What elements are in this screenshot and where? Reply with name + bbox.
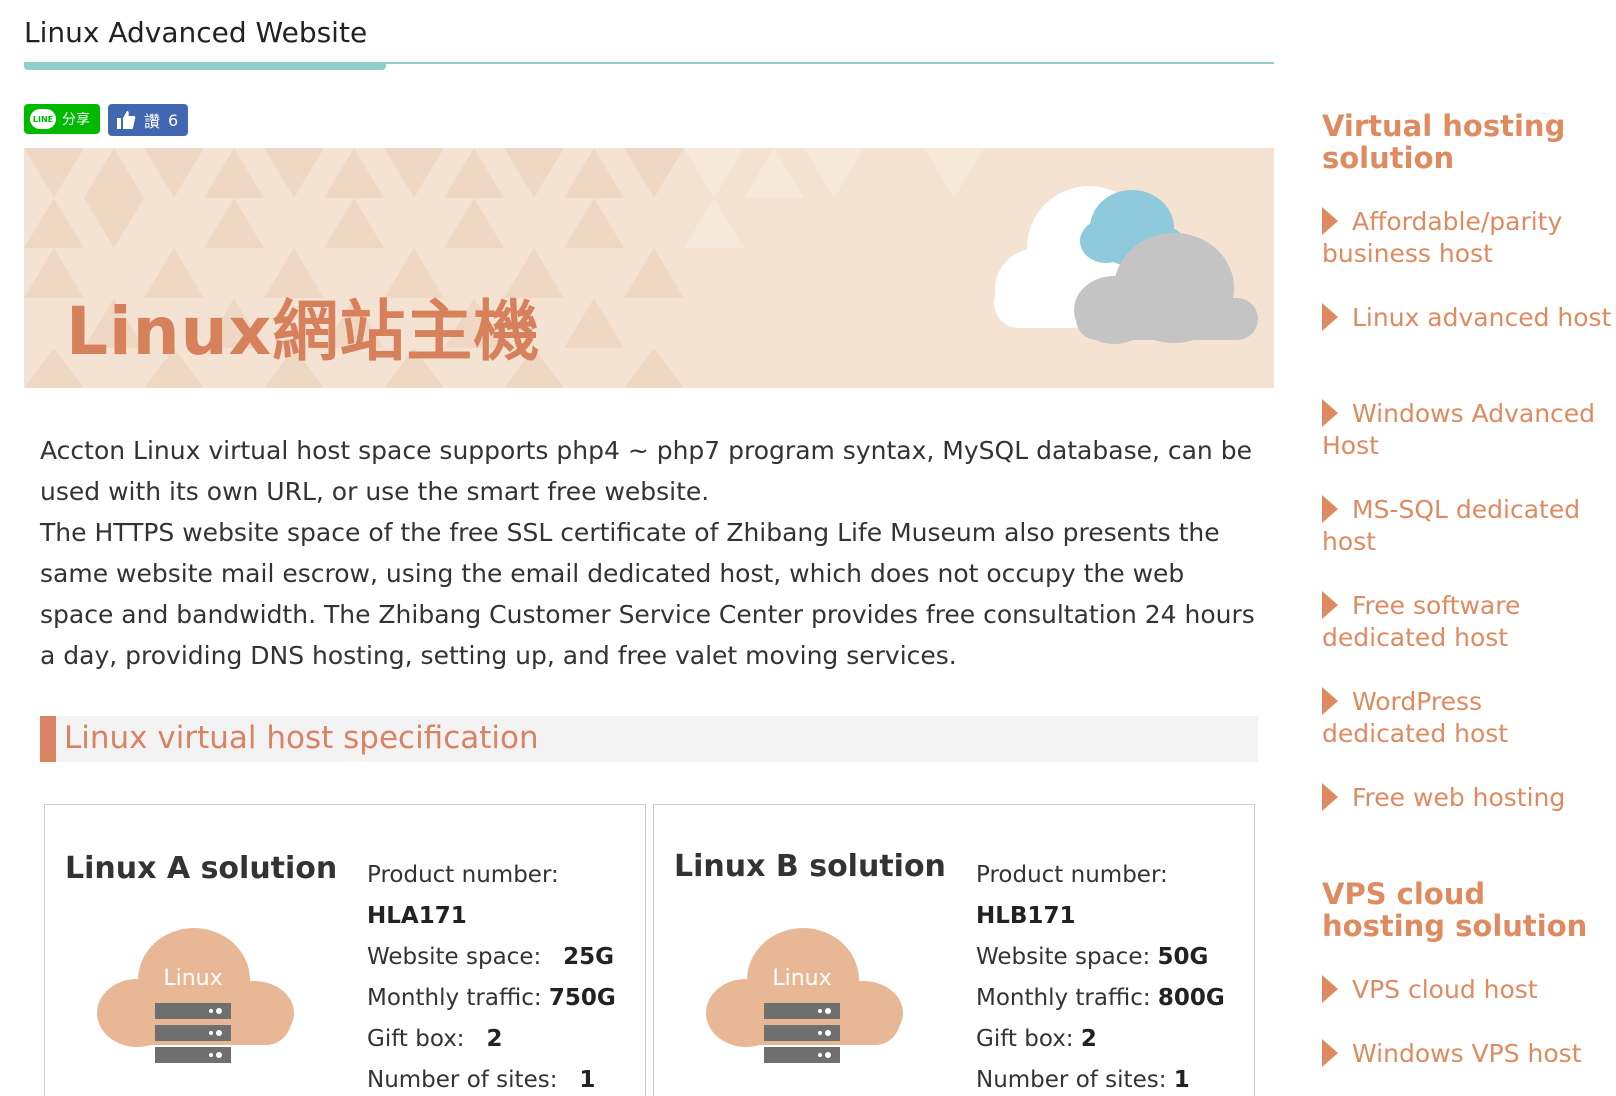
sidebar-link-windows-vps-host[interactable]: Windows VPS host xyxy=(1322,1038,1612,1070)
sidebar-link-free-web-hosting[interactable]: Free web hosting xyxy=(1322,782,1612,814)
plan-card: Linux B solution Linux Product number: H… xyxy=(653,804,1255,1096)
sidebar-link-mssql-host[interactable]: MS-SQL dedicated host xyxy=(1322,494,1612,558)
triangle-right-icon xyxy=(1322,975,1338,1003)
spec-label: Monthly traffic: xyxy=(976,985,1151,1011)
plan-specs: Product number: HLB171 Website space: 50… xyxy=(976,855,1225,1096)
product-number: HLA171 xyxy=(367,903,467,929)
gift-box-value: 2 xyxy=(1080,1026,1097,1052)
intro-paragraph-1: Accton Linux virtual host space supports… xyxy=(40,436,1252,506)
triangle-right-icon xyxy=(1322,591,1338,619)
sidebar-link-label: Windows VPS host xyxy=(1352,1039,1582,1068)
section-title: Linux virtual host specification xyxy=(64,720,539,756)
like-count: 6 xyxy=(168,110,179,130)
sidebar-link-linux-advanced-host[interactable]: Linux advanced host xyxy=(1322,302,1612,334)
spec-label: Monthly traffic: xyxy=(367,985,542,1011)
spec-label: Gift box: xyxy=(367,1026,465,1052)
triangle-right-icon xyxy=(1322,783,1338,811)
sidebar-link-label: MS-SQL dedicated host xyxy=(1322,495,1581,556)
like-label: 讚 xyxy=(144,112,161,131)
number-of-sites-value: 1 xyxy=(1173,1067,1190,1093)
sidebar-link-label: Free web hosting xyxy=(1352,783,1566,812)
line-logo-icon: LINE xyxy=(30,109,56,129)
facebook-like-button[interactable]: 讚 6 xyxy=(108,104,188,136)
triangle-right-icon xyxy=(1322,495,1338,523)
linux-server-cloud-icon: Linux xyxy=(706,928,903,1063)
spec-label: Product number: xyxy=(367,862,559,888)
sidebar-link-label: VPS cloud host xyxy=(1352,975,1538,1004)
line-share-button[interactable]: LINE 分享 xyxy=(24,104,100,134)
plan-name: Linux B solution xyxy=(674,849,946,884)
intro-text: Accton Linux virtual host space supports… xyxy=(40,430,1260,676)
cloud-label: Linux xyxy=(163,966,222,991)
cloud-label: Linux xyxy=(772,966,831,991)
page-title: Linux Advanced Website xyxy=(24,16,368,49)
triangle-right-icon xyxy=(1322,399,1338,427)
website-space-value: 50G xyxy=(1157,944,1209,970)
product-number: HLB171 xyxy=(976,903,1076,929)
sidebar-link-label: Linux advanced host xyxy=(1352,303,1612,332)
sidebar-link-windows-advanced-host[interactable]: Windows Advanced Host xyxy=(1322,398,1612,462)
triangle-right-icon xyxy=(1322,303,1338,331)
sidebar-heading-vps: VPS cloud hosting solution xyxy=(1322,877,1588,943)
triangle-right-icon xyxy=(1322,1039,1338,1067)
thumbs-up-icon xyxy=(117,111,136,129)
sidebar-link-affordable-host[interactable]: Affordable/parity business host xyxy=(1322,206,1612,270)
website-space-value: 25G xyxy=(563,944,615,970)
hero-banner: Linux網站主機 xyxy=(24,148,1274,388)
sidebar-link-label: WordPress dedicated host xyxy=(1322,687,1509,748)
sidebar-heading-virtual-hosting: Virtual hosting solution xyxy=(1322,109,1566,175)
triangle-right-icon xyxy=(1322,207,1338,235)
spec-label: Product number: xyxy=(976,862,1168,888)
sidebar-link-label: Free software dedicated host xyxy=(1322,591,1521,652)
sidebar-link-vps-cloud-host[interactable]: VPS cloud host xyxy=(1322,974,1612,1006)
triangle-right-icon xyxy=(1322,687,1338,715)
title-divider-accent xyxy=(24,62,386,70)
banner-title: Linux網站主機 xyxy=(66,293,541,370)
spec-label: Number of sites: xyxy=(976,1067,1167,1093)
sidebar-link-free-software-host[interactable]: Free software dedicated host xyxy=(1322,590,1612,654)
social-share-bar: LINE 分享 讚 6 xyxy=(24,104,188,136)
line-share-label: 分享 xyxy=(62,112,90,128)
sidebar-link-wordpress-host[interactable]: WordPress dedicated host xyxy=(1322,686,1612,750)
spec-label: Number of sites: xyxy=(367,1067,558,1093)
monthly-traffic-value: 800G xyxy=(1157,985,1225,1011)
linux-server-cloud-icon: Linux xyxy=(97,928,294,1063)
plan-name: Linux A solution xyxy=(65,851,338,886)
spec-label: Website space: xyxy=(976,944,1151,970)
sidebar-link-label: Affordable/parity business host xyxy=(1322,207,1563,268)
intro-paragraph-2: The HTTPS website space of the free SSL … xyxy=(40,518,1255,670)
section-header: Linux virtual host specification xyxy=(40,716,1258,762)
spec-label: Website space: xyxy=(367,944,542,970)
monthly-traffic-value: 750G xyxy=(548,985,616,1011)
plan-specs: Product number: HLA171 Website space: 25… xyxy=(367,855,616,1096)
spec-label: Gift box: xyxy=(976,1026,1074,1052)
gift-box-value: 2 xyxy=(486,1026,503,1052)
sidebar-link-label: Windows Advanced Host xyxy=(1322,399,1596,460)
number-of-sites-value: 1 xyxy=(579,1067,596,1093)
plan-card: Linux A solution Linux Product number: H… xyxy=(44,804,646,1096)
